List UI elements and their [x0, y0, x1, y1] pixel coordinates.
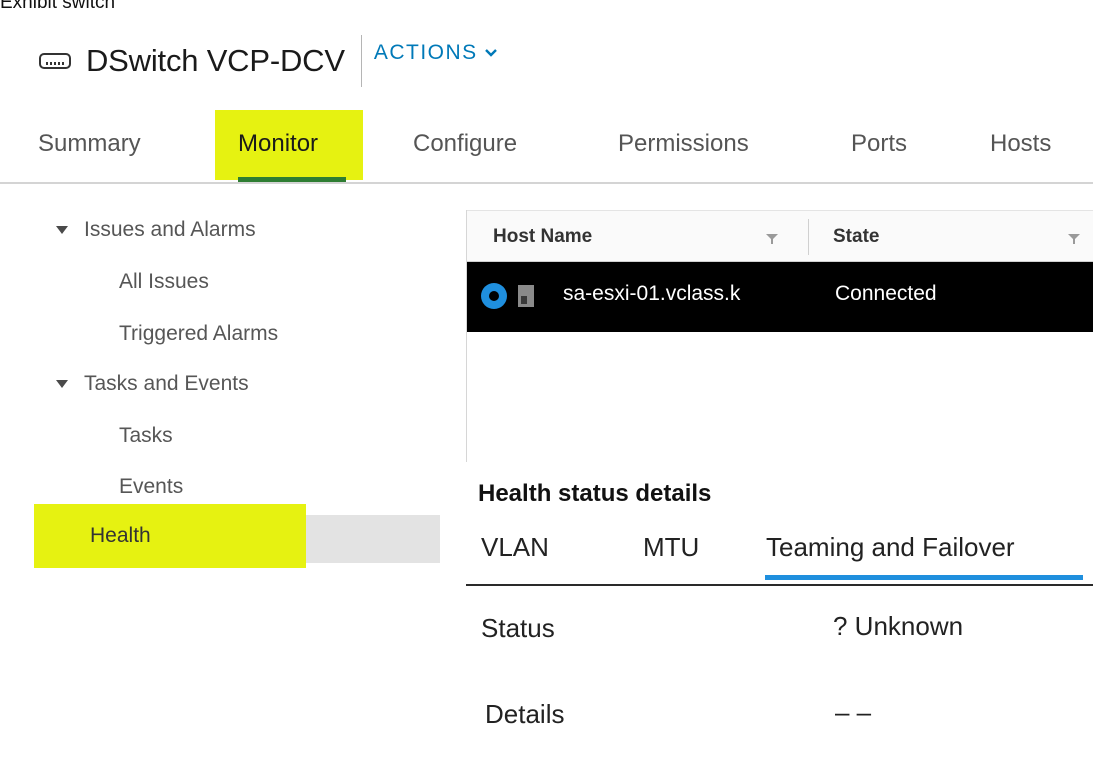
filter-icon[interactable] [765, 233, 779, 245]
active-detail-tab-indicator [765, 575, 1083, 580]
tab-ports[interactable]: Ports [851, 130, 907, 158]
tab-summary[interactable]: Summary [38, 130, 141, 158]
detail-tabs-divider [466, 584, 1093, 586]
table-row[interactable]: sa-esxi-01.vclass.k Connected [467, 262, 1093, 332]
nav-group-tasks-and-events[interactable]: Tasks and Events [56, 372, 249, 396]
nav-group-label: Issues and Alarms [84, 218, 256, 241]
exhibit-caption: Exhibit switch [0, 0, 116, 13]
nav-item-triggered-alarms[interactable]: Triggered Alarms [119, 322, 278, 346]
distributed-switch-icon [38, 50, 72, 72]
tab-permissions[interactable]: Permissions [618, 130, 749, 158]
tab-vlan[interactable]: VLAN [481, 532, 549, 563]
health-highlight [34, 504, 306, 568]
tab-configure[interactable]: Configure [413, 130, 517, 158]
status-label: Status [481, 613, 555, 643]
header-divider [360, 35, 362, 87]
cell-host-name: sa-esxi-01.vclass.k [563, 282, 741, 305]
details-value: – – [835, 697, 872, 727]
nav-item-events[interactable]: Events [119, 475, 183, 499]
grid-header: Host Name State [467, 210, 1093, 262]
nav-item-all-issues[interactable]: All Issues [119, 270, 209, 294]
nav-group-label: Tasks and Events [84, 372, 249, 395]
nav-item-tasks[interactable]: Tasks [119, 424, 173, 448]
column-header-host-name[interactable]: Host Name [493, 226, 592, 248]
cell-state: Connected [835, 282, 937, 305]
details-label: Details [485, 699, 565, 729]
row-select-radio[interactable] [481, 283, 507, 309]
column-header-state[interactable]: State [833, 226, 879, 248]
host-icon [518, 285, 534, 307]
health-details-title: Health status details [478, 480, 712, 507]
hosts-grid: Host Name State sa-esxi-01.vclass.k Conn… [466, 210, 1093, 462]
tab-monitor[interactable]: Monitor [238, 130, 318, 158]
vsphere-client: Exhibit switch DSwitch VCP-DCV ACTIONS S… [0, 0, 1093, 779]
actions-label: ACTIONS [373, 41, 478, 64]
tab-teaming-and-failover[interactable]: Teaming and Failover [766, 532, 1015, 563]
tab-mtu[interactable]: MTU [643, 532, 699, 563]
filter-icon[interactable] [1067, 233, 1081, 245]
nav-group-issues-and-alarms[interactable]: Issues and Alarms [56, 218, 256, 242]
tab-hosts[interactable]: Hosts [990, 130, 1051, 158]
actions-menu-button[interactable]: ACTIONS [374, 41, 498, 65]
page-title: DSwitch VCP-DCV [86, 43, 345, 78]
caret-down-icon [56, 226, 68, 234]
nav-item-health[interactable]: Health [90, 524, 151, 548]
chevron-down-icon [484, 49, 497, 57]
object-header: DSwitch VCP-DCV ACTIONS [38, 35, 498, 87]
column-separator[interactable] [808, 219, 809, 255]
caret-down-icon [56, 380, 68, 388]
object-tabs: Summary Monitor Configure Permissions Po… [0, 108, 1093, 184]
monitor-sidebar: Issues and Alarms All Issues Triggered A… [34, 206, 440, 779]
status-value: ? Unknown [833, 611, 964, 641]
tabs-divider [0, 182, 1093, 184]
